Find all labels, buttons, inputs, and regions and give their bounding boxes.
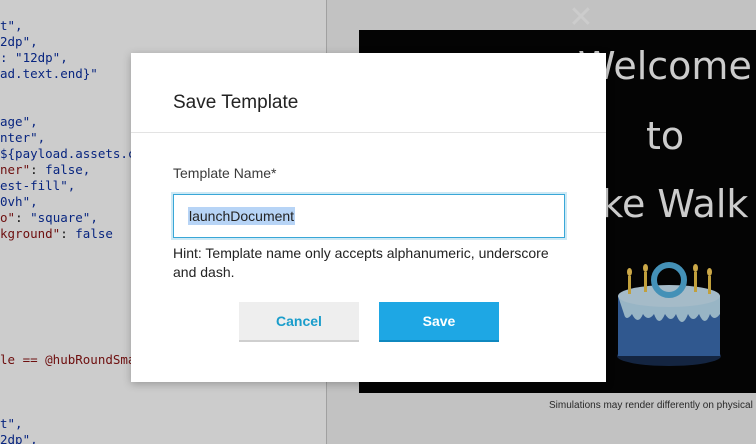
template-name-value: launchDocument — [188, 207, 296, 225]
save-button[interactable]: Save — [379, 302, 499, 342]
dialog-header: Save Template — [131, 53, 606, 133]
template-name-hint: Hint: Template name only accepts alphanu… — [173, 245, 549, 280]
cancel-button[interactable]: Cancel — [239, 302, 359, 342]
dialog-title: Save Template — [173, 92, 299, 113]
template-name-label: Template Name* — [173, 165, 277, 181]
template-name-input[interactable]: launchDocument — [173, 194, 565, 238]
save-template-dialog: Save Template Template Name* launchDocum… — [131, 53, 606, 382]
